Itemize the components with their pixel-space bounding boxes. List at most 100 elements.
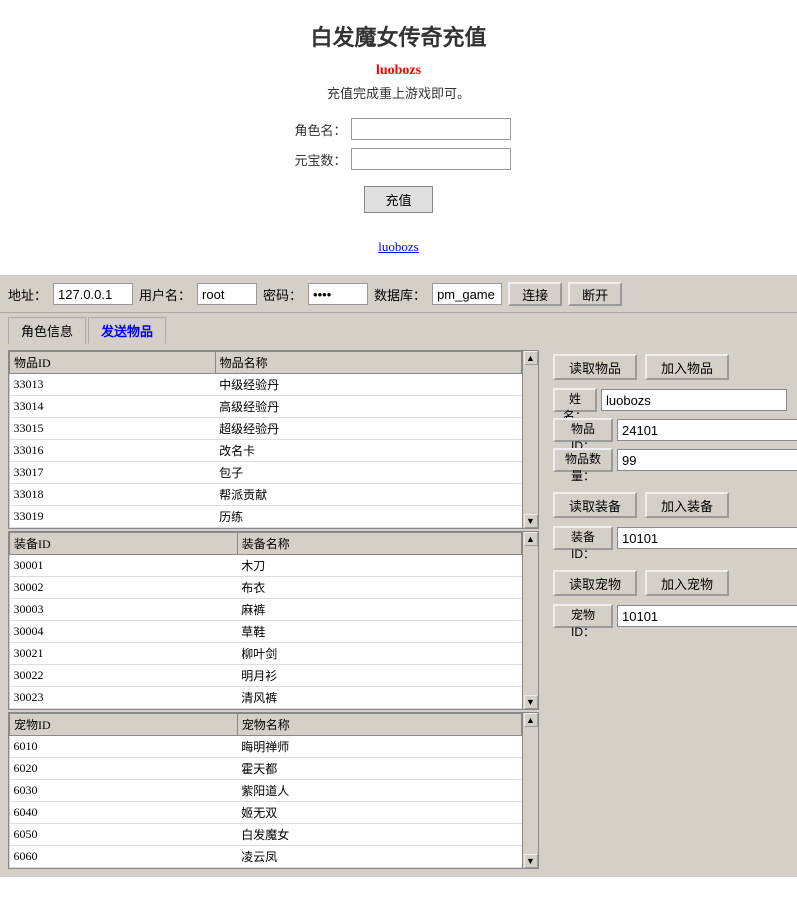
pet-scroll-down[interactable]: ▼ — [524, 854, 538, 868]
yuan-input[interactable] — [351, 148, 511, 170]
tab-char-info[interactable]: 角色信息 — [8, 317, 86, 344]
equip-id-input[interactable] — [617, 527, 797, 549]
pet-section: 宠物ID 宠物名称 6010晦明禅师6020霍天都6030紫阳道人6040姬无双… — [8, 712, 539, 869]
items-table: 物品ID 物品名称 33013中级经验丹33014高级经验丹33015超级经验丹… — [9, 351, 522, 528]
table-row[interactable]: 30001木刀 — [10, 555, 522, 577]
connect-button[interactable]: 连接 — [508, 282, 562, 306]
right-panel: 读取物品 加入物品 姓名： 物品ID： 物品数量： — [549, 350, 789, 869]
pet-table: 宠物ID 宠物名称 6010晦明禅师6020霍天都6030紫阳道人6040姬无双… — [9, 713, 522, 868]
row-name: 明月衫 — [237, 665, 521, 687]
pet-scrollbar[interactable]: ▲ ▼ — [522, 713, 538, 868]
row-id: 6030 — [10, 780, 238, 802]
pet-controls: 读取宠物 加入宠物 宠物ID： — [549, 566, 789, 632]
row-name: 霍天都 — [237, 758, 521, 780]
read-pet-button[interactable]: 读取宠物 — [553, 570, 637, 596]
pet-id-input[interactable] — [617, 605, 797, 627]
table-row[interactable]: 30002布衣 — [10, 577, 522, 599]
table-row[interactable]: 30022明月衫 — [10, 665, 522, 687]
items-scroll-down[interactable]: ▼ — [524, 514, 538, 528]
table-row[interactable]: 6030紫阳道人 — [10, 780, 522, 802]
top-link[interactable]: luobozs — [378, 239, 418, 255]
items-col-name: 物品名称 — [215, 352, 521, 374]
row-name: 改名卡 — [215, 440, 521, 462]
equip-scroll-up[interactable]: ▲ — [524, 532, 538, 546]
table-row[interactable]: 30003麻裤 — [10, 599, 522, 621]
row-name: 麻裤 — [237, 599, 521, 621]
table-row[interactable]: 30021柳叶剑 — [10, 643, 522, 665]
char-label: 角色名： — [287, 120, 347, 139]
charge-button[interactable]: 充值 — [364, 186, 432, 213]
table-row[interactable]: 6020霍天都 — [10, 758, 522, 780]
db-label: 数据库： — [374, 285, 426, 304]
left-panel: 物品ID 物品名称 33013中级经验丹33014高级经验丹33015超级经验丹… — [8, 350, 539, 869]
add-equip-button[interactable]: 加入装备 — [645, 492, 729, 518]
item-qty-input[interactable] — [617, 449, 797, 471]
name-input[interactable] — [601, 389, 787, 411]
row-id: 6020 — [10, 758, 238, 780]
row-id: 30001 — [10, 555, 238, 577]
row-id: 30002 — [10, 577, 238, 599]
pet-scroll-up[interactable]: ▲ — [524, 713, 538, 727]
read-item-button[interactable]: 读取物品 — [553, 354, 637, 380]
items-scroll-up[interactable]: ▲ — [524, 351, 538, 365]
disconnect-button[interactable]: 断开 — [568, 282, 622, 306]
user-input[interactable] — [197, 283, 257, 305]
pet-col-name: 宠物名称 — [237, 714, 521, 736]
table-row[interactable]: 30004草鞋 — [10, 621, 522, 643]
equip-controls: 读取装备 加入装备 装备ID： — [549, 488, 789, 554]
top-username: luobozs — [376, 63, 421, 78]
table-row[interactable]: 33018帮派贡献 — [10, 484, 522, 506]
add-pet-button[interactable]: 加入宠物 — [645, 570, 729, 596]
bottom-section: 地址： 用户名： 密码： 数据库： 连接 断开 角色信息 发送物品 物品ID — [0, 276, 797, 877]
top-section: 白发魔女传奇充值 luobozs 充值完成重上游戏即可。 角色名： 元宝数： 充… — [0, 0, 797, 276]
row-name: 超级经验丹 — [215, 418, 521, 440]
db-input[interactable] — [432, 283, 502, 305]
row-id: 33017 — [10, 462, 216, 484]
yuan-label: 元宝数： — [287, 150, 347, 169]
add-item-button[interactable]: 加入物品 — [645, 354, 729, 380]
row-name: 晦明禅师 — [237, 736, 521, 758]
equip-col-id: 装备ID — [10, 533, 238, 555]
row-id: 6040 — [10, 802, 238, 824]
table-row[interactable]: 6060凌云凤 — [10, 846, 522, 868]
equip-scrollbar[interactable]: ▲ ▼ — [522, 532, 538, 709]
pwd-input[interactable] — [308, 283, 368, 305]
items-scrollbar[interactable]: ▲ ▼ — [522, 351, 538, 528]
row-name: 清风裤 — [237, 687, 521, 709]
addr-input[interactable] — [53, 283, 133, 305]
table-row[interactable]: 30023清风裤 — [10, 687, 522, 709]
equip-id-label: 装备ID： — [553, 526, 613, 550]
table-row[interactable]: 33019历练 — [10, 506, 522, 528]
read-equip-button[interactable]: 读取装备 — [553, 492, 637, 518]
row-id: 33016 — [10, 440, 216, 462]
row-name: 姬无双 — [237, 802, 521, 824]
table-row[interactable]: 6010晦明禅师 — [10, 736, 522, 758]
row-name: 木刀 — [237, 555, 521, 577]
row-name: 包子 — [215, 462, 521, 484]
row-name: 布衣 — [237, 577, 521, 599]
table-row[interactable]: 33017包子 — [10, 462, 522, 484]
addr-label: 地址： — [8, 285, 47, 304]
table-row[interactable]: 33014高级经验丹 — [10, 396, 522, 418]
tab-send-items[interactable]: 发送物品 — [88, 317, 166, 344]
connection-bar: 地址： 用户名： 密码： 数据库： 连接 断开 — [0, 276, 797, 313]
table-row[interactable]: 6050白发魔女 — [10, 824, 522, 846]
equip-scroll-down[interactable]: ▼ — [524, 695, 538, 709]
row-id: 30004 — [10, 621, 238, 643]
table-row[interactable]: 33013中级经验丹 — [10, 374, 522, 396]
row-id: 6050 — [10, 824, 238, 846]
top-subtitle: 充值完成重上游戏即可。 — [0, 83, 797, 102]
row-id: 30023 — [10, 687, 238, 709]
row-name: 高级经验丹 — [215, 396, 521, 418]
equip-col-name: 装备名称 — [237, 533, 521, 555]
table-row[interactable]: 33016改名卡 — [10, 440, 522, 462]
table-row[interactable]: 33015超级经验丹 — [10, 418, 522, 440]
table-row[interactable]: 6040姬无双 — [10, 802, 522, 824]
row-name: 紫阳道人 — [237, 780, 521, 802]
char-input[interactable] — [351, 118, 511, 140]
pet-col-id: 宠物ID — [10, 714, 238, 736]
pwd-label: 密码： — [263, 285, 302, 304]
items-controls: 读取物品 加入物品 姓名： 物品ID： 物品数量： — [549, 350, 789, 476]
equip-section: 装备ID 装备名称 30001木刀30002布衣30003麻裤30004草鞋30… — [8, 531, 539, 710]
item-id-input[interactable] — [617, 419, 797, 441]
